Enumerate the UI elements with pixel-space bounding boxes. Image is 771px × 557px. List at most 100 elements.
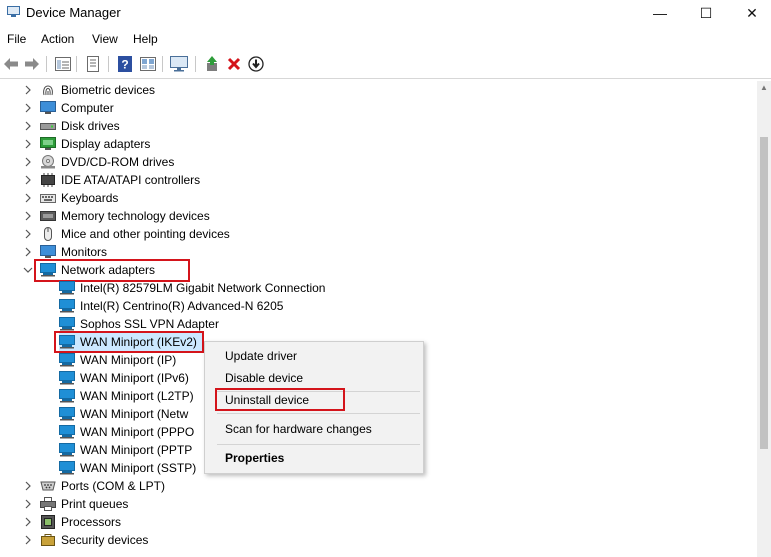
maximize-button[interactable]: ☐ [683, 0, 729, 26]
tree-item-ports[interactable]: Ports (COM & LPT) [40, 477, 165, 495]
chevron-right-icon[interactable] [22, 246, 34, 258]
forward-icon[interactable] [23, 55, 41, 73]
chevron-right-icon[interactable] [22, 498, 34, 510]
tree-item-wan-pppoe[interactable]: WAN Miniport (PPPO [59, 423, 194, 441]
chevron-right-icon[interactable] [22, 210, 34, 222]
tree-item-label: Ports (COM & LPT) [61, 479, 166, 493]
tree-item-dvd-drives[interactable]: DVD/CD-ROM drives [40, 153, 174, 171]
tree-item-label: WAN Miniport (Netw [80, 407, 189, 421]
network-icon [59, 443, 75, 457]
tree-item-label: WAN Miniport (SSTP) [80, 461, 197, 475]
chevron-right-icon[interactable] [22, 480, 34, 492]
tree-item-mice[interactable]: Mice and other pointing devices [40, 225, 230, 243]
chevron-right-icon[interactable] [22, 516, 34, 528]
vertical-scrollbar[interactable]: ▲ [757, 81, 771, 557]
tree-item-wan-network-monitor[interactable]: WAN Miniport (Netw [59, 405, 188, 423]
menu-item-disable-device[interactable]: Disable device [225, 371, 303, 385]
display-icon [40, 137, 56, 150]
network-icon [59, 299, 75, 313]
tree-item-wan-sstp[interactable]: WAN Miniport (SSTP) [59, 459, 196, 477]
port-icon [40, 481, 56, 491]
svg-text:?: ? [121, 58, 128, 72]
tree-item-label: WAN Miniport (L2TP) [80, 389, 194, 403]
scroll-up-icon[interactable]: ▲ [760, 83, 768, 92]
tree-item-ide-controllers[interactable]: IDE ATA/ATAPI controllers [40, 171, 200, 189]
device-tree: Biometric devices Computer Disk drives D… [0, 81, 757, 557]
chevron-right-icon[interactable] [22, 534, 34, 546]
tree-item-label: DVD/CD-ROM drives [61, 155, 175, 169]
menu-help[interactable]: Help [133, 32, 158, 46]
monitor-icon [40, 245, 56, 258]
menu-file[interactable]: File [7, 32, 26, 46]
minimize-button[interactable]: — [637, 0, 683, 26]
tree-item-biometric-devices[interactable]: Biometric devices [40, 81, 155, 99]
update-driver-icon[interactable] [203, 55, 221, 73]
tree-item-wan-pptp[interactable]: WAN Miniport (PPTP [59, 441, 192, 459]
title-bar: Device Manager — ☐ ✕ [0, 0, 771, 26]
show-hide-icon[interactable] [84, 55, 102, 73]
window-title: Device Manager [26, 5, 121, 20]
chevron-right-icon[interactable] [22, 174, 34, 186]
menu-view[interactable]: View [92, 32, 118, 46]
toolbar-separator [46, 56, 47, 72]
network-icon [59, 317, 75, 331]
back-icon[interactable] [2, 55, 20, 73]
chevron-right-icon[interactable] [22, 192, 34, 204]
remove-x-icon[interactable] [225, 55, 243, 73]
device-manager-icon [7, 6, 20, 17]
tree-item-label: Print queues [61, 497, 129, 511]
chevron-right-icon[interactable] [22, 102, 34, 114]
chevron-down-icon[interactable] [22, 264, 34, 276]
tree-item-label: Security devices [61, 533, 149, 547]
help-icon[interactable]: ? [116, 55, 134, 73]
chevron-right-icon[interactable] [22, 156, 34, 168]
tree-item-disk-drives[interactable]: Disk drives [40, 117, 120, 135]
view-icon[interactable] [139, 55, 157, 73]
chevron-right-icon[interactable] [22, 84, 34, 96]
security-icon [41, 534, 55, 546]
tree-item-print-queues[interactable]: Print queues [40, 495, 128, 513]
tree-item-label: WAN Miniport (IPv6) [80, 371, 189, 385]
tree-item-label: Computer [61, 101, 114, 115]
close-button[interactable]: ✕ [729, 0, 771, 26]
menu-action[interactable]: Action [41, 32, 74, 46]
network-icon [59, 371, 75, 385]
tree-item-label: Biometric devices [61, 83, 156, 97]
network-icon [59, 389, 75, 403]
tree-item-label: Disk drives [61, 119, 120, 133]
tree-item-wan-l2tp[interactable]: WAN Miniport (L2TP) [59, 387, 194, 405]
tree-item-intel-centrino[interactable]: Intel(R) Centrino(R) Advanced-N 6205 [59, 297, 283, 315]
tree-item-label: Keyboards [61, 191, 119, 205]
chevron-right-icon[interactable] [22, 138, 34, 150]
disk-icon [40, 123, 56, 130]
menu-item-properties[interactable]: Properties [225, 451, 284, 465]
menu-item-update-driver[interactable]: Update driver [225, 349, 297, 363]
tree-item-keyboards[interactable]: Keyboards [40, 189, 118, 207]
network-icon [59, 407, 75, 421]
tree-item-wan-ipv6[interactable]: WAN Miniport (IPv6) [59, 369, 189, 387]
tree-item-display-adapters[interactable]: Display adapters [40, 135, 150, 153]
scroll-thumb[interactable] [760, 137, 768, 449]
menu-separator [217, 444, 420, 445]
processor-icon [41, 515, 55, 529]
tree-item-computer[interactable]: Computer [40, 99, 114, 117]
tree-item-memory-devices[interactable]: Memory technology devices [40, 207, 210, 225]
menu-item-scan-hardware[interactable]: Scan for hardware changes [225, 422, 372, 436]
tree-item-label: WAN Miniport (PPTP [80, 443, 193, 457]
keyboard-icon [40, 194, 56, 203]
tree-item-intel-82579lm[interactable]: Intel(R) 82579LM Gigabit Network Connect… [59, 279, 325, 297]
chevron-right-icon[interactable] [22, 120, 34, 132]
tree-item-label: WAN Miniport (IP) [80, 353, 177, 367]
tree-item-security-devices[interactable]: Security devices [40, 531, 148, 549]
properties-grid-icon[interactable] [54, 55, 72, 73]
toolbar-separator [162, 56, 163, 72]
scan-monitor-icon[interactable] [170, 55, 188, 73]
tree-item-label: Monitors [61, 245, 108, 259]
tree-item-processors[interactable]: Processors [40, 513, 121, 531]
download-icon[interactable] [247, 55, 265, 73]
ide-icon [41, 173, 55, 187]
highlight-box-uninstall [215, 388, 345, 411]
tree-item-wan-ip[interactable]: WAN Miniport (IP) [59, 351, 176, 369]
chevron-right-icon[interactable] [22, 228, 34, 240]
tree-item-label: Mice and other pointing devices [61, 227, 230, 241]
